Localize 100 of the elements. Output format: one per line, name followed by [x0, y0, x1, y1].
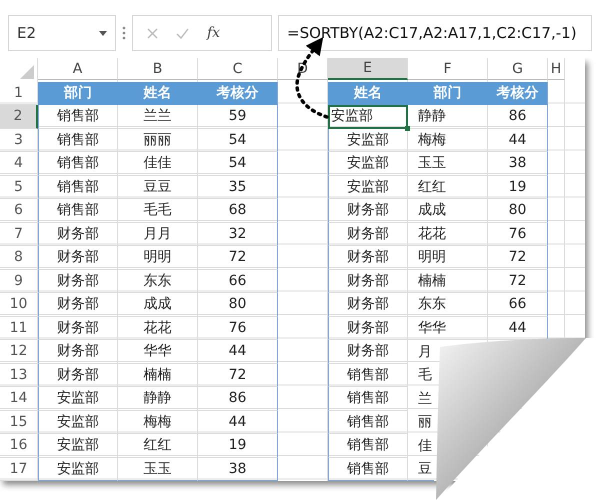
table-header: 部门	[38, 82, 118, 105]
row-header[interactable]: 16	[0, 434, 38, 458]
table-cell[interactable]: 玉玉	[408, 152, 488, 176]
table-cell: 佳佳	[118, 152, 198, 176]
table-cell[interactable]: 销售部	[328, 364, 408, 387]
cancel-icon[interactable]	[147, 28, 158, 38]
table-cell[interactable]: 86	[488, 105, 548, 128]
table-cell: 楠楠	[118, 364, 198, 387]
table-cell[interactable]: 财务部	[328, 222, 408, 246]
table-cell: 梅梅	[118, 410, 198, 434]
table-cell[interactable]: 东东	[408, 293, 488, 316]
table-cell: 销售部	[38, 176, 118, 199]
row-header[interactable]: 11	[0, 316, 38, 340]
table-cell: 月月	[118, 222, 198, 246]
row-header[interactable]: 6	[0, 199, 38, 222]
table-cell[interactable]: 华华	[408, 316, 488, 340]
table-cell[interactable]: 财务部	[328, 340, 408, 364]
table-cell[interactable]: 44	[488, 128, 548, 152]
row-header[interactable]: 2	[0, 105, 38, 128]
table-cell[interactable]: 80	[488, 199, 548, 222]
table-cell[interactable]: 毛	[408, 364, 434, 387]
table-cell[interactable]: 销售部	[328, 434, 408, 458]
table-cell[interactable]: 财务部	[328, 270, 408, 293]
table-cell: 财务部	[38, 293, 118, 316]
table-cell[interactable]: 销售部	[328, 458, 408, 481]
table-cell: 76	[198, 316, 278, 340]
table-cell: 玉玉	[118, 458, 198, 481]
table-cell[interactable]: 财务部	[328, 293, 408, 316]
table-cell[interactable]: 佳	[408, 434, 434, 458]
table-cell: 54	[198, 128, 278, 152]
table-cell[interactable]: 月	[408, 340, 434, 364]
table-cell[interactable]: 销售部	[328, 410, 408, 434]
row-header[interactable]: 8	[0, 246, 38, 270]
table-cell: 毛毛	[118, 199, 198, 222]
row-header[interactable]: 15	[0, 410, 38, 434]
table-cell[interactable]: 红红	[408, 176, 488, 199]
row-header[interactable]: 4	[0, 152, 38, 176]
table-cell: 东东	[118, 270, 198, 293]
table-cell: 财务部	[38, 246, 118, 270]
table-cell: 花花	[118, 316, 198, 340]
row-header[interactable]: 12	[0, 340, 38, 364]
column-header[interactable]: C	[198, 58, 278, 80]
table-cell: 安监部	[38, 434, 118, 458]
table-cell[interactable]: 花花	[408, 222, 488, 246]
table-cell: 35	[198, 176, 278, 199]
table-cell[interactable]: 38	[488, 152, 548, 176]
table-cell: 豆豆	[118, 176, 198, 199]
column-header[interactable]: E	[328, 58, 408, 80]
row-header[interactable]: 14	[0, 387, 38, 410]
table-cell: 华华	[118, 340, 198, 364]
table-cell[interactable]: 静静	[408, 105, 488, 128]
table-cell: 32	[198, 222, 278, 246]
table-cell[interactable]: 财务部	[328, 316, 408, 340]
row-header[interactable]: 9	[0, 270, 38, 293]
row-header[interactable]: 17	[0, 458, 38, 481]
column-header[interactable]: A	[38, 58, 118, 80]
table-cell[interactable]: 安监部	[328, 176, 408, 199]
row-header[interactable]: 5	[0, 176, 38, 199]
formula-field[interactable]: =SORTBY(A2:C17,A2:A17,1,C2:C17,-1)	[278, 15, 592, 51]
table-cell[interactable]: 丽	[408, 410, 434, 434]
name-box[interactable]: E2	[8, 15, 116, 51]
more-icon[interactable]	[122, 26, 126, 40]
table-cell: 销售部	[38, 128, 118, 152]
row-header[interactable]: 10	[0, 293, 38, 316]
table-cell[interactable]: 72	[488, 270, 548, 293]
column-header[interactable]: G	[488, 58, 548, 80]
table-cell[interactable]: 72	[488, 246, 548, 270]
table-cell[interactable]: 兰	[408, 387, 434, 410]
table-cell[interactable]: 明明	[408, 246, 488, 270]
row-header[interactable]: 13	[0, 364, 38, 387]
table-cell: 38	[198, 458, 278, 481]
table-cell: 丽丽	[118, 128, 198, 152]
check-icon[interactable]	[176, 28, 189, 38]
column-header[interactable]: H	[548, 58, 565, 80]
table-cell: 72	[198, 246, 278, 270]
row-header[interactable]: 7	[0, 222, 38, 246]
table-cell[interactable]: 76	[488, 222, 548, 246]
row-header[interactable]: 3	[0, 128, 38, 152]
table-cell[interactable]: 安监部	[328, 128, 408, 152]
table-header: 考核分	[198, 82, 278, 105]
table-cell: 54	[198, 152, 278, 176]
table-cell: 财务部	[38, 270, 118, 293]
table-cell: 销售部	[38, 199, 118, 222]
table-cell[interactable]: 豆	[408, 458, 434, 481]
table-cell[interactable]: 安监部	[328, 105, 408, 128]
table-cell[interactable]: 成成	[408, 199, 488, 222]
table-cell[interactable]: 财务部	[328, 199, 408, 222]
table-cell[interactable]: 销售部	[328, 387, 408, 410]
table-header: 姓名	[118, 82, 198, 105]
insert-function-button[interactable]: fx	[207, 25, 220, 41]
table-cell[interactable]: 19	[488, 176, 548, 199]
table-cell[interactable]: 梅梅	[408, 128, 488, 152]
table-cell[interactable]: 安监部	[328, 152, 408, 176]
table-cell: 44	[198, 340, 278, 364]
column-header[interactable]: F	[408, 58, 488, 80]
table-cell[interactable]: 楠楠	[408, 270, 488, 293]
table-cell[interactable]: 财务部	[328, 246, 408, 270]
select-all-icon[interactable]	[20, 64, 34, 78]
column-header[interactable]: B	[118, 58, 198, 80]
table-cell[interactable]: 66	[488, 293, 548, 316]
